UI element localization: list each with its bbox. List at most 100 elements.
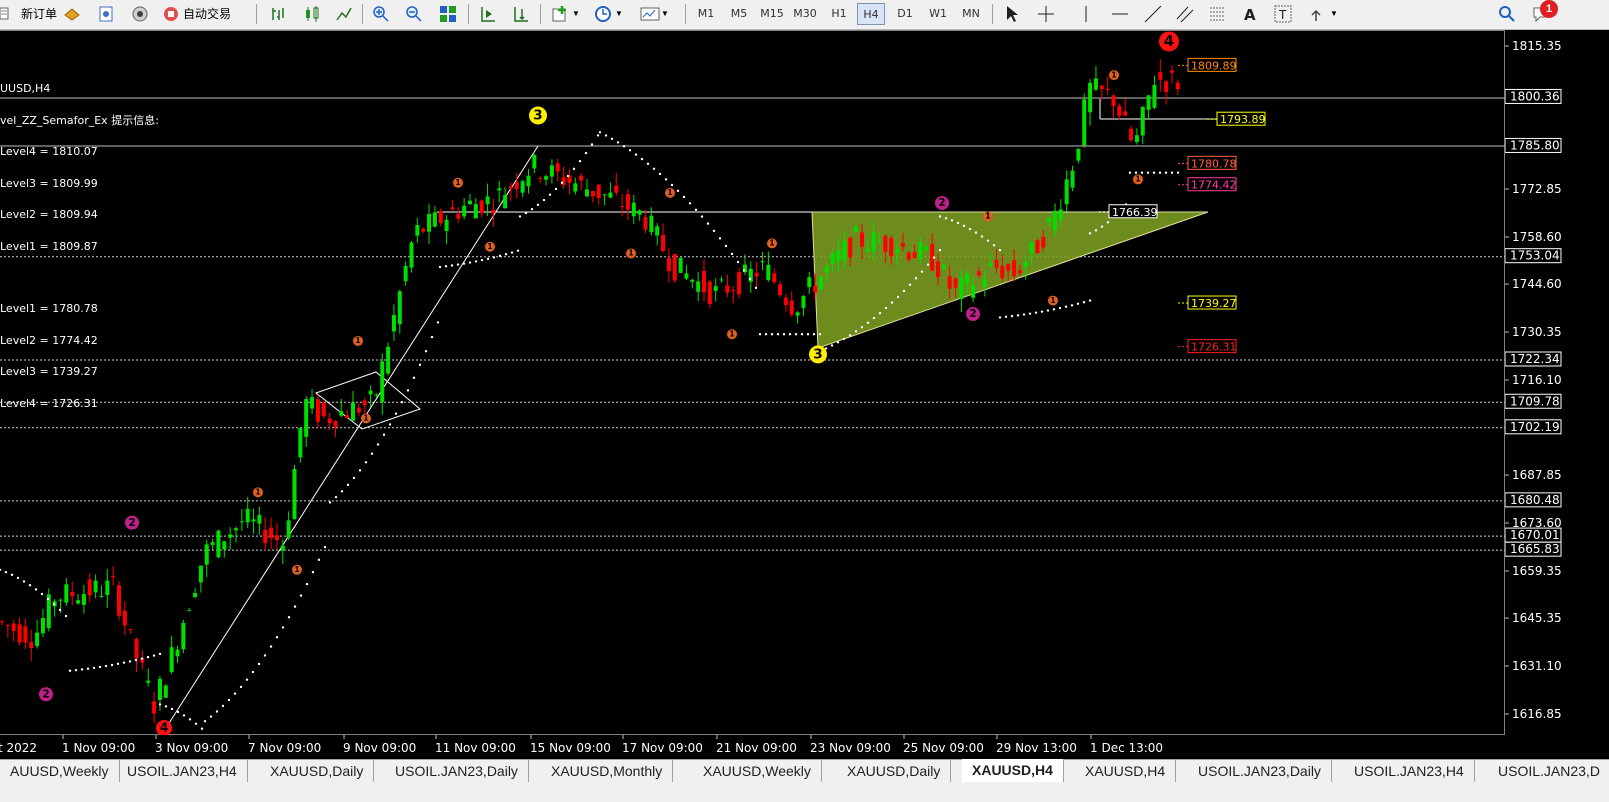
semafor-marker[interactable]: 1 xyxy=(353,335,363,346)
text-icon[interactable]: A xyxy=(1241,5,1259,24)
candle xyxy=(333,421,338,428)
chart-tab[interactable]: AUUSD,Weekly xyxy=(0,760,120,782)
level-box-label[interactable]: 1774.42 xyxy=(1178,177,1237,192)
timeframe-m5[interactable]: M5 xyxy=(725,3,753,25)
level-box-label[interactable]: 1793.89 xyxy=(1207,111,1266,126)
candle xyxy=(105,580,110,595)
semafor-marker[interactable]: 1 xyxy=(983,211,993,222)
semafor-marker[interactable]: 3 xyxy=(809,345,827,364)
arrows-button[interactable]: ▼ xyxy=(1309,3,1338,25)
semafor-marker[interactable]: 3 xyxy=(529,106,547,125)
svg-text:1809.89: 1809.89 xyxy=(1191,59,1237,72)
candle xyxy=(327,418,332,424)
chart-tab[interactable]: USOIL.JAN23,D xyxy=(1488,760,1609,782)
search-icon[interactable] xyxy=(1498,5,1516,23)
chart-tab[interactable]: USOIL.JAN23,H4 xyxy=(117,760,248,782)
chart-tab[interactable]: XAUUSD,Weekly xyxy=(693,760,822,782)
level-box-label[interactable]: 1780.78 xyxy=(1178,155,1237,170)
indicators-button[interactable]: ▼ xyxy=(551,3,580,25)
semafor-marker[interactable]: 1 xyxy=(727,329,737,340)
text-label-icon[interactable]: T xyxy=(1274,5,1292,23)
semafor-marker[interactable]: 2 xyxy=(125,515,139,530)
auto-trading-button[interactable]: 自动交易 xyxy=(162,3,231,25)
chart-tab[interactable]: USOIL.JAN23,H4 xyxy=(1344,760,1475,782)
zigzag-trendline[interactable] xyxy=(163,145,539,732)
chart-tab[interactable]: USOIL.JAN23,Daily xyxy=(385,760,529,782)
psar-dot xyxy=(1094,229,1098,232)
level-box-label[interactable]: 1739.27 xyxy=(1178,295,1237,310)
chart-tab[interactable]: XAUUSD,H4 xyxy=(1075,760,1177,782)
semafor-marker[interactable]: 1 xyxy=(1109,70,1119,81)
trendline-icon[interactable] xyxy=(1144,5,1162,23)
crosshair-icon[interactable] xyxy=(1037,5,1055,23)
semafor-marker[interactable]: 1 xyxy=(253,487,263,498)
chart-tab[interactable]: XAUUSD,Daily xyxy=(260,760,375,782)
semafor-marker[interactable]: 4 xyxy=(1159,31,1179,52)
periods-button[interactable]: ▼ xyxy=(594,3,623,25)
arrows-icon xyxy=(1309,5,1327,23)
candle xyxy=(859,232,864,247)
bar-chart-icon[interactable] xyxy=(269,5,287,23)
semafor-marker[interactable]: 2 xyxy=(966,307,980,322)
horizontal-line-icon[interactable] xyxy=(1111,5,1129,23)
equidistant-channel-icon[interactable] xyxy=(1176,5,1194,23)
level-lower-3: Level3 = 1739.27 xyxy=(0,365,98,378)
candle xyxy=(315,399,320,422)
notification-badge[interactable]: 1 xyxy=(1540,0,1558,18)
semafor-marker[interactable]: 4 xyxy=(156,719,172,736)
chart-tab[interactable]: XAUUSD,Monthly xyxy=(541,760,674,782)
zoom-in-icon[interactable] xyxy=(372,5,390,23)
navigator-icon[interactable] xyxy=(97,5,115,23)
triangle-pattern[interactable] xyxy=(811,211,1209,349)
chart-tab[interactable]: XAUUSD,Daily xyxy=(837,760,952,782)
psar-dot xyxy=(914,277,918,280)
semafor-marker[interactable]: 1 xyxy=(665,187,675,198)
timeframe-w1[interactable]: W1 xyxy=(924,3,952,25)
semafor-marker[interactable]: 1 xyxy=(1133,174,1143,185)
cursor-icon[interactable] xyxy=(1003,5,1021,23)
candle xyxy=(427,213,432,232)
timeframe-m30[interactable]: M30 xyxy=(791,3,819,25)
level-box-label[interactable]: 1726.31 xyxy=(1178,339,1237,354)
semafor-marker[interactable]: 1 xyxy=(292,564,302,575)
timeframe-m15[interactable]: M15 xyxy=(758,3,786,25)
psar-dot xyxy=(890,301,894,304)
level-box-label[interactable]: 1809.89 xyxy=(1178,57,1237,72)
fibonacci-icon[interactable] xyxy=(1208,5,1226,23)
chart-tab[interactable]: USOIL.JAN23,Daily xyxy=(1188,760,1332,782)
line-chart-icon[interactable] xyxy=(335,5,353,23)
semafor-marker[interactable]: 1 xyxy=(626,248,636,259)
zoom-out-icon[interactable] xyxy=(405,5,423,23)
templates-button[interactable]: ▼ xyxy=(640,3,669,25)
price-axis[interactable]: 1815.351786.601772.851758.601744.601730.… xyxy=(1504,30,1609,735)
price-chart[interactable]: 2 2 4 1 1 1 1 1 1 3 1 1 1 1 3 2 2 1 1 1 1 4 1809.89 1793.89 178… xyxy=(0,30,1505,736)
semafor-marker[interactable]: 2 xyxy=(39,687,53,702)
time-axis[interactable]: t 2022 1 Nov 09:00 3 Nov 09:00 7 Nov 09:00 9… xyxy=(0,735,1505,759)
semafor-marker[interactable]: 1 xyxy=(453,177,463,188)
chart-shift-icon[interactable] xyxy=(479,5,497,23)
timeframe-d1[interactable]: D1 xyxy=(891,3,919,25)
new-order-button[interactable]: 新订单 xyxy=(0,3,57,25)
autoscroll-icon[interactable] xyxy=(512,5,530,23)
signals-icon[interactable] xyxy=(131,5,149,23)
psar-dot xyxy=(682,195,686,199)
semafor-marker[interactable]: 2 xyxy=(935,195,949,210)
timeframe-h1[interactable]: H1 xyxy=(825,3,853,25)
psar-dot xyxy=(706,222,710,225)
semafor-marker[interactable]: 1 xyxy=(767,238,777,249)
semafor-marker[interactable]: 1 xyxy=(1048,295,1058,306)
timeframe-m1[interactable]: M1 xyxy=(692,3,720,25)
candlestick-icon[interactable] xyxy=(303,5,321,23)
tile-windows-icon[interactable] xyxy=(439,5,457,23)
candle xyxy=(912,252,917,259)
svg-text:4: 4 xyxy=(160,721,168,735)
market-watch-icon[interactable] xyxy=(63,5,81,23)
timeframe-h4[interactable]: H4 xyxy=(857,3,885,25)
chart-tab[interactable]: XAUUSD,H4 xyxy=(962,759,1064,782)
vertical-line-icon[interactable] xyxy=(1077,5,1095,23)
candle xyxy=(356,407,361,413)
semafor-marker[interactable]: 1 xyxy=(361,413,371,424)
semafor-marker[interactable]: 1 xyxy=(485,241,495,252)
timeframe-mn[interactable]: MN xyxy=(957,3,985,25)
svg-text:1: 1 xyxy=(363,414,368,423)
